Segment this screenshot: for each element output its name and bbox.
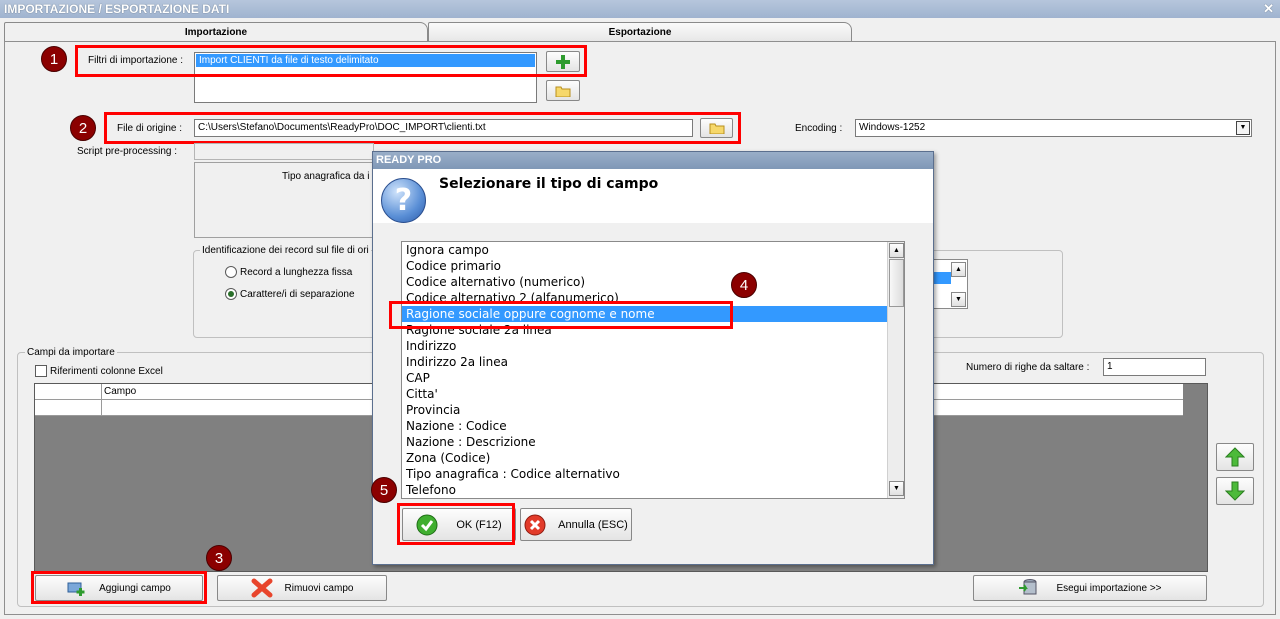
move-down-button[interactable]	[1216, 477, 1254, 505]
tab-esportazione[interactable]: Esportazione	[428, 22, 852, 42]
dialog-title: READY PRO	[373, 152, 933, 169]
radio-fixed-label: Record a lunghezza fissa	[240, 267, 353, 278]
list-scrollbar[interactable]: ▲ ▼	[887, 242, 904, 498]
separator-list[interactable]: ▲ ▼	[930, 259, 968, 309]
identificazione-label: Identificazione dei record sul file di o…	[200, 245, 371, 256]
remove-field-label: Rimuovi campo	[284, 582, 354, 594]
list-item[interactable]: Codice primario	[402, 258, 904, 274]
annotation-box-5	[397, 503, 515, 545]
righe-label: Numero di righe da saltare :	[966, 362, 1090, 373]
window-title: IMPORTAZIONE / ESPORTAZIONE DATI	[4, 2, 230, 16]
question-icon: ?	[381, 178, 426, 223]
righe-input[interactable]: 1	[1103, 358, 1206, 376]
list-item[interactable]: CAP	[402, 370, 904, 386]
list-item[interactable]: Zona (Codice)	[402, 450, 904, 466]
list-item[interactable]: Citta'	[402, 386, 904, 402]
database-import-icon	[1019, 579, 1037, 595]
script-input[interactable]	[194, 143, 374, 160]
scroll-up-icon[interactable]: ▲	[951, 262, 966, 277]
list-item[interactable]: Provincia	[402, 402, 904, 418]
folder-icon	[555, 86, 571, 97]
encoding-select[interactable]: Windows-1252 ▼	[855, 119, 1252, 137]
callout-2: 2	[70, 115, 96, 141]
list-item[interactable]: Telefono	[402, 482, 904, 498]
annotation-box-4	[389, 301, 733, 329]
list-item[interactable]: Ignora campo	[402, 242, 904, 258]
excel-checkbox-label: Riferimenti colonne Excel	[50, 366, 163, 377]
grid-column-campo: Campo	[104, 386, 137, 397]
scroll-up-icon[interactable]: ▲	[889, 243, 904, 258]
close-icon[interactable]: ✕	[1263, 1, 1274, 17]
field-type-list[interactable]: Ignora campo Codice primario Codice alte…	[401, 241, 905, 499]
script-label: Script pre-processing :	[77, 146, 178, 157]
cancel-icon	[524, 514, 546, 535]
remove-x-icon	[251, 578, 273, 598]
window-title-bar: IMPORTAZIONE / ESPORTAZIONE DATI ✕	[0, 0, 1280, 18]
chevron-down-icon[interactable]: ▼	[1236, 121, 1250, 135]
callout-1: 1	[41, 46, 67, 72]
annotation-box-2	[104, 112, 741, 144]
run-import-button[interactable]: Esegui importazione >>	[973, 575, 1207, 601]
run-import-label: Esegui importazione >>	[1056, 582, 1162, 594]
campi-group-label: Campi da importare	[25, 347, 117, 358]
callout-3: 3	[206, 545, 232, 571]
open-filter-button[interactable]	[546, 80, 580, 101]
scroll-down-icon[interactable]: ▼	[951, 292, 966, 307]
list-item[interactable]: Codice alternativo (numerico)	[402, 274, 904, 290]
list-item[interactable]: Nazione : Descrizione	[402, 434, 904, 450]
list-item[interactable]: Nazione : Codice	[402, 418, 904, 434]
tipo-anagrafica-label: Tipo anagrafica da i	[282, 171, 370, 182]
annotation-box-3	[31, 571, 207, 604]
arrow-down-icon	[1225, 481, 1245, 501]
cancel-button[interactable]: Annulla (ESC)	[520, 508, 632, 541]
scroll-thumb[interactable]	[889, 259, 904, 307]
cancel-label: Annulla (ESC)	[558, 518, 628, 531]
remove-field-button[interactable]: Rimuovi campo	[217, 575, 387, 601]
arrow-up-icon	[1225, 447, 1245, 467]
scroll-down-icon[interactable]: ▼	[889, 481, 904, 496]
callout-4: 4	[731, 272, 757, 298]
list-item[interactable]: Tipo anagrafica : Codice alternativo	[402, 466, 904, 482]
radio-separator-label: Carattere/i di separazione	[240, 289, 355, 300]
encoding-value: Windows-1252	[859, 122, 926, 133]
callout-5: 5	[371, 477, 397, 503]
excel-checkbox[interactable]	[35, 365, 47, 377]
move-up-button[interactable]	[1216, 443, 1254, 471]
radio-fixed[interactable]	[225, 266, 237, 278]
list-item[interactable]: Indirizzo 2a linea	[402, 354, 904, 370]
grid-divider	[101, 384, 102, 416]
tab-importazione[interactable]: Importazione	[4, 22, 428, 42]
encoding-label: Encoding :	[795, 123, 843, 134]
annotation-box-1	[75, 45, 587, 77]
dialog-heading: Selezionare il tipo di campo	[439, 176, 659, 192]
radio-separator[interactable]	[225, 288, 237, 300]
list-item[interactable]: Indirizzo	[402, 338, 904, 354]
